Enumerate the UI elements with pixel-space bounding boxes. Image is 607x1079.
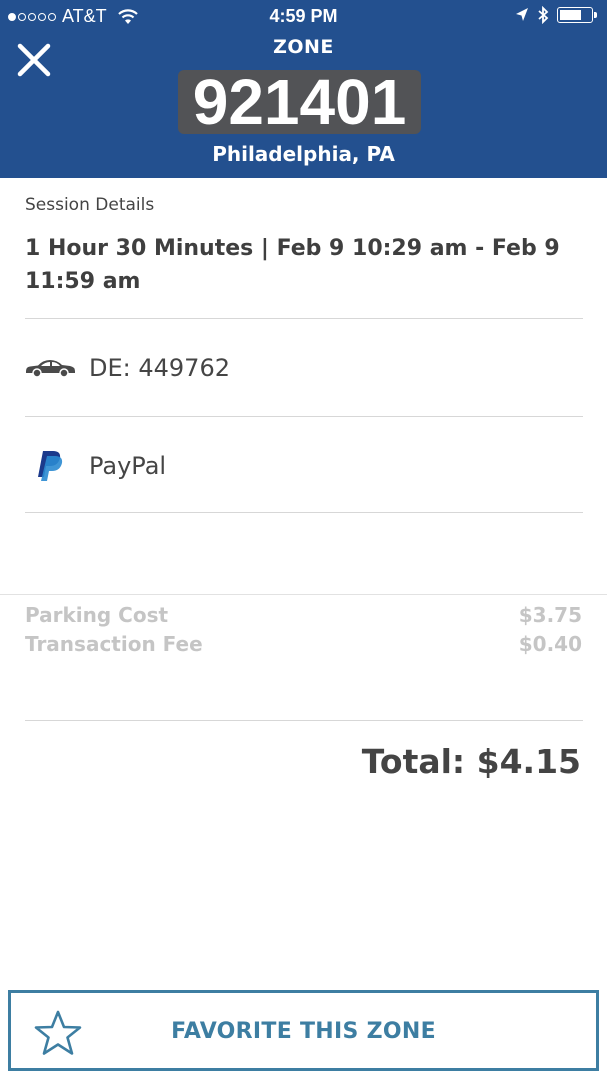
fee-amount: $0.40 bbox=[518, 632, 582, 656]
zone-city: Philadelphia, PA bbox=[212, 142, 395, 166]
bluetooth-icon bbox=[538, 6, 549, 24]
divider bbox=[25, 720, 583, 721]
status-bar: AT&T 4:59 PM bbox=[0, 0, 607, 34]
fee-label: Parking Cost bbox=[25, 603, 169, 627]
zone-label: ZONE bbox=[273, 36, 334, 58]
zone-number: 921401 bbox=[178, 70, 421, 134]
battery-icon bbox=[557, 7, 597, 23]
payment-row[interactable]: PayPal bbox=[0, 418, 607, 514]
paypal-icon bbox=[36, 450, 88, 482]
favorite-zone-button[interactable]: FAVORITE THIS ZONE bbox=[8, 990, 599, 1071]
fee-row-parking-cost: Parking Cost $3.75 bbox=[25, 603, 582, 627]
vehicle-plate: DE: 449762 bbox=[89, 354, 230, 382]
session-time-range: 1 Hour 30 Minutes | Feb 9 10:29 am - Feb… bbox=[25, 236, 560, 294]
total-amount: Total: $4.15 bbox=[361, 742, 581, 781]
fee-row-transaction-fee: Transaction Fee $0.40 bbox=[25, 632, 582, 656]
divider bbox=[25, 512, 583, 513]
car-icon bbox=[24, 358, 76, 378]
favorite-zone-label: FAVORITE THIS ZONE bbox=[171, 1019, 436, 1044]
zone-header: AT&T 4:59 PM ZONE 921401 Philadelphia, P bbox=[0, 0, 607, 178]
fee-amount: $3.75 bbox=[518, 603, 582, 627]
divider bbox=[25, 318, 583, 319]
fee-label: Transaction Fee bbox=[25, 632, 203, 656]
location-arrow-icon bbox=[516, 8, 528, 21]
section-divider bbox=[0, 594, 607, 595]
vehicle-row[interactable]: DE: 449762 bbox=[0, 320, 607, 416]
status-right bbox=[515, 6, 597, 24]
divider bbox=[25, 416, 583, 417]
session-details-label: Session Details bbox=[25, 195, 155, 215]
payment-method: PayPal bbox=[89, 452, 167, 480]
